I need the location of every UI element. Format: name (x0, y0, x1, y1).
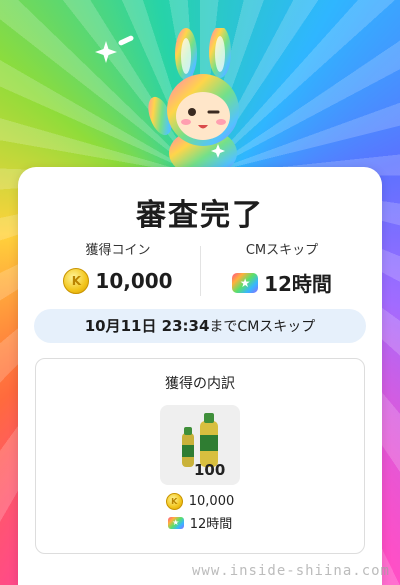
breakdown-cm-skip-value: 12時間 (189, 517, 233, 532)
sparkle-icon (95, 41, 117, 63)
cm-skip-label: CMスキップ (245, 243, 319, 258)
cm-skip-date: 10月11日 23:34 (84, 317, 210, 335)
coin-icon (63, 268, 90, 294)
cm-skip-value-row: 12時間 (200, 268, 364, 297)
stats-row: 獲得コイン 10,000 CMスキップ 12時間 (36, 242, 364, 298)
cm-skip-value: 12時間 (264, 272, 332, 296)
cm-skip-icon (232, 272, 259, 293)
coins-value-row: 10,000 (36, 268, 200, 294)
product-image: 100 (160, 405, 240, 485)
cm-skip-icon (167, 516, 184, 529)
coins-label: 獲得コイン (85, 243, 151, 258)
cm-skip-notice: 10月11日 23:34までCMスキップ (34, 309, 366, 343)
rabbit-mascot-icon (148, 28, 239, 168)
watermark: www.inside-shiina.com (191, 563, 390, 579)
coins-stat: 獲得コイン 10,000 (36, 242, 200, 294)
breakdown-cm-skip-row: 12時間 (36, 513, 364, 532)
cm-skip-stat: CMスキップ 12時間 (200, 242, 364, 297)
page-title: 審査完了 (136, 198, 264, 233)
product-badge: 100 (194, 461, 226, 479)
breakdown-panel: 獲得の内訳 100 10,000 12時間 (35, 358, 365, 554)
breakdown-coins-value: 10,000 (188, 494, 235, 509)
screen: 審査完了 獲得コイン 10,000 CMスキップ 12時間 10月11日 23:… (0, 0, 400, 585)
cm-skip-suffix: までCMスキップ (209, 319, 316, 335)
breakdown-coins-row: 10,000 (36, 493, 364, 510)
coins-value: 10,000 (95, 269, 173, 293)
breakdown-title: 獲得の内訳 (165, 376, 235, 392)
coin-icon (165, 493, 183, 510)
